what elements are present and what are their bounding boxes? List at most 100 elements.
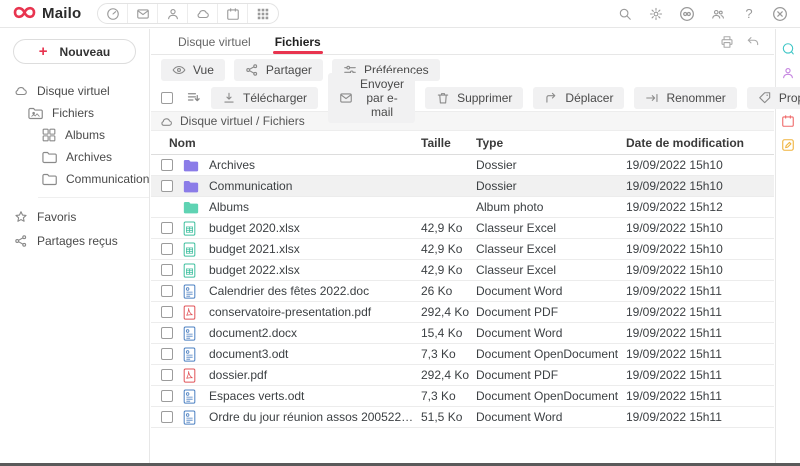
sidebar-item-fichiers[interactable]: Fichiers [0,102,149,124]
file-name: Ordre du jour réunion assos 200522.doc [209,410,421,424]
print-icon[interactable] [720,35,734,49]
apps-grid-icon[interactable] [248,3,278,24]
table-row[interactable]: document3.odt7,3 KoDocument OpenDocument… [151,344,774,365]
row-checkbox[interactable] [161,327,173,339]
file-date: 19/09/2022 15h10 [626,242,774,256]
odt-icon [183,389,209,404]
sidebar-item-favoris[interactable]: Favoris [0,205,149,229]
button-label: Renommer [666,91,725,105]
tab-disque-virtuel[interactable]: Disque virtuel [166,29,263,54]
file-date: 19/09/2022 15h12 [626,200,774,214]
sidebar-item-archives[interactable]: Archives [0,146,149,168]
file-date: 19/09/2022 15h11 [626,410,774,424]
télécharger-button[interactable]: Télécharger [211,87,318,109]
file-table-body: ArchivesDossier19/09/2022 15h10Communica… [151,155,774,428]
help-icon[interactable]: ? [741,6,757,22]
column-nom[interactable]: Nom [169,136,421,150]
file-name: Archives [209,158,421,172]
row-checkbox[interactable] [161,306,173,318]
row-checkbox[interactable] [161,390,173,402]
propriétés-button[interactable]: Propriétés [747,87,800,109]
logo-text: Mailo [42,5,81,22]
folder-files-icon [28,107,43,120]
table-row[interactable]: budget 2021.xlsx42,9 KoClasseur Excel19/… [151,239,774,260]
groups-icon[interactable] [710,6,726,22]
file-date: 19/09/2022 15h10 [626,221,774,235]
table-row[interactable]: budget 2020.xlsx42,9 KoClasseur Excel19/… [151,218,774,239]
file-size: 15,4 Ko [421,326,476,340]
undo-icon[interactable] [746,35,760,49]
table-row[interactable]: AlbumsAlbum photo19/09/2022 15h12 [151,197,774,218]
row-checkbox[interactable] [161,411,173,423]
star-icon [14,210,28,224]
move-icon [544,91,558,105]
topbar-right: ? [617,6,788,22]
row-checkbox-cell [161,348,183,360]
notes-icon[interactable] [781,137,796,152]
odt-icon [183,347,209,362]
renommer-button[interactable]: Renommer [634,87,736,109]
row-checkbox-cell [161,411,183,423]
file-size: 42,9 Ko [421,263,476,277]
mailo-virtual-disk-page: Mailo ? + Nouveau Disque virtuelFichiers… [0,0,800,466]
messenger-icon[interactable] [781,41,796,56]
logout-icon[interactable] [772,6,788,22]
sidebar-item-communication[interactable]: Communication [0,168,149,190]
search-icon[interactable] [617,6,633,22]
column-taille[interactable]: Taille [421,136,476,150]
settings-icon[interactable] [648,6,664,22]
row-checkbox[interactable] [161,285,173,297]
tab-fichiers[interactable]: Fichiers [263,29,333,54]
table-row[interactable]: CommunicationDossier19/09/2022 15h10 [151,176,774,197]
table-row[interactable]: Calendrier des fêtes 2022.doc26 KoDocume… [151,281,774,302]
tree-item-label: Communication [66,172,149,186]
table-row[interactable]: document2.docx15,4 KoDocument Word19/09/… [151,323,774,344]
table-row[interactable]: Ordre du jour réunion assos 200522.doc51… [151,407,774,428]
file-date: 19/09/2022 15h10 [626,179,774,193]
table-row[interactable]: budget 2022.xlsx42,9 KoClasseur Excel19/… [151,260,774,281]
row-checkbox[interactable] [161,180,173,192]
row-checkbox[interactable] [161,222,173,234]
file-date: 19/09/2022 15h11 [626,389,774,403]
sidebar: + Nouveau Disque virtuelFichiersAlbumsAr… [0,29,150,463]
column-date[interactable]: Date de modification [626,136,774,150]
side-link-label: Favoris [37,210,76,224]
row-checkbox-cell [161,222,183,234]
row-checkbox[interactable] [161,243,173,255]
trash-icon [436,91,450,105]
calendar-icon[interactable] [218,3,248,24]
action-bar: TéléchargerEnvoyer par e-mailSupprimerDé… [151,84,774,111]
mailo-logo[interactable]: Mailo [12,3,81,25]
table-row[interactable]: Espaces verts.odt7,3 KoDocument OpenDocu… [151,386,774,407]
table-row[interactable]: conservatoire-presentation.pdf292,4 KoDo… [151,302,774,323]
column-type[interactable]: Type [476,136,626,150]
row-checkbox[interactable] [161,369,173,381]
contacts-icon[interactable] [158,3,188,24]
sidebar-item-partages-reçus[interactable]: Partages reçus [0,229,149,253]
table-row[interactable]: dossier.pdf292,4 KoDocument PDF19/09/202… [151,365,774,386]
excel-icon [183,221,209,236]
excel-icon [183,242,209,257]
cloud-icon[interactable] [188,3,218,24]
selection-mode-icon[interactable] [186,90,201,105]
row-checkbox[interactable] [161,264,173,276]
sidebar-item-disque-virtuel[interactable]: Disque virtuel [0,80,149,102]
envoyer-par-e-mail-button[interactable]: Envoyer par e-mail [328,73,415,123]
supprimer-button[interactable]: Supprimer [425,87,523,109]
table-row[interactable]: ArchivesDossier19/09/2022 15h10 [151,155,774,176]
sidebar-item-albums[interactable]: Albums [0,124,149,146]
déplacer-button[interactable]: Déplacer [533,87,624,109]
file-type: Document OpenDocument [476,389,626,403]
file-date: 19/09/2022 15h10 [626,263,774,277]
account-icon[interactable] [679,6,695,22]
row-checkbox[interactable] [161,348,173,360]
dashboard-icon[interactable] [98,3,128,24]
folder-outline-icon [42,173,57,186]
select-all-checkbox[interactable] [161,92,173,104]
new-button[interactable]: + Nouveau [13,39,136,64]
mail-icon[interactable] [128,3,158,24]
file-date: 19/09/2022 15h11 [626,305,774,319]
button-label: Propriétés [779,91,800,105]
row-checkbox[interactable] [161,159,173,171]
row-checkbox-cell [161,306,183,318]
